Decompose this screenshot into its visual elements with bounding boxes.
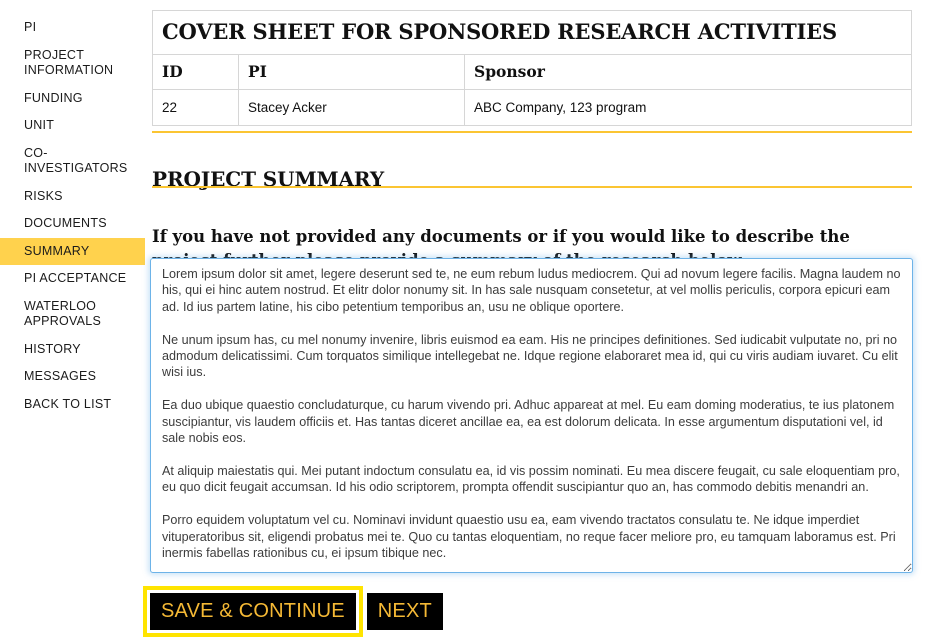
- next-button[interactable]: NEXT: [366, 593, 443, 630]
- cover-sheet-table: COVER SHEET FOR SPONSORED RESEARCH ACTIV…: [152, 10, 912, 126]
- divider-below-heading: [152, 186, 912, 188]
- save-and-continue-button[interactable]: SAVE & CONTINUE: [150, 593, 356, 630]
- column-header-pi: PI: [238, 54, 465, 90]
- sidebar-item-co-investigators[interactable]: CO-INVESTIGATORS: [0, 140, 145, 183]
- sidebar-item-unit[interactable]: UNIT: [0, 112, 145, 140]
- sidebar-item-funding[interactable]: FUNDING: [0, 85, 145, 113]
- column-header-id: ID: [152, 54, 239, 90]
- save-continue-focus-ring: SAVE & CONTINUE: [143, 586, 363, 637]
- divider-above-heading: [152, 131, 912, 133]
- cell-sponsor: ABC Company, 123 program: [464, 89, 912, 126]
- sidebar-item-pi-acceptance[interactable]: PI ACCEPTANCE: [0, 265, 145, 293]
- sidebar-item-risks[interactable]: RISKS: [0, 183, 145, 211]
- column-header-sponsor: Sponsor: [464, 54, 912, 90]
- sidebar-item-summary[interactable]: SUMMARY: [0, 237, 145, 265]
- sidebar-item-project-information[interactable]: PROJECT INFORMATION: [0, 42, 145, 85]
- table-row-title: COVER SHEET FOR SPONSORED RESEARCH ACTIV…: [152, 10, 912, 55]
- sidebar-item-waterloo-approvals[interactable]: WATERLOO APPROVALS: [0, 293, 145, 336]
- cell-pi: Stacey Acker: [238, 89, 465, 126]
- sidebar-item-pi[interactable]: PI: [0, 14, 145, 42]
- form-actions: SAVE & CONTINUE NEXT: [143, 586, 443, 637]
- sidebar-item-back-to-list[interactable]: BACK TO LIST: [0, 391, 145, 419]
- sidebar-item-messages[interactable]: MESSAGES: [0, 363, 145, 391]
- summary-textarea[interactable]: [150, 258, 913, 573]
- table-row: 22 Stacey Acker ABC Company, 123 program: [152, 89, 912, 126]
- cell-id: 22: [152, 89, 239, 126]
- table-row-header: ID PI Sponsor: [152, 54, 912, 90]
- main-content: COVER SHEET FOR SPONSORED RESEARCH ACTIV…: [143, 0, 919, 641]
- sidebar-item-history[interactable]: HISTORY: [0, 336, 145, 364]
- cover-sheet-title: COVER SHEET FOR SPONSORED RESEARCH ACTIV…: [152, 10, 912, 55]
- sidebar-nav: PI PROJECT INFORMATION FUNDING UNIT CO-I…: [0, 0, 145, 641]
- page-root: PI PROJECT INFORMATION FUNDING UNIT CO-I…: [0, 0, 927, 641]
- sidebar-item-documents[interactable]: DOCUMENTS: [0, 210, 145, 238]
